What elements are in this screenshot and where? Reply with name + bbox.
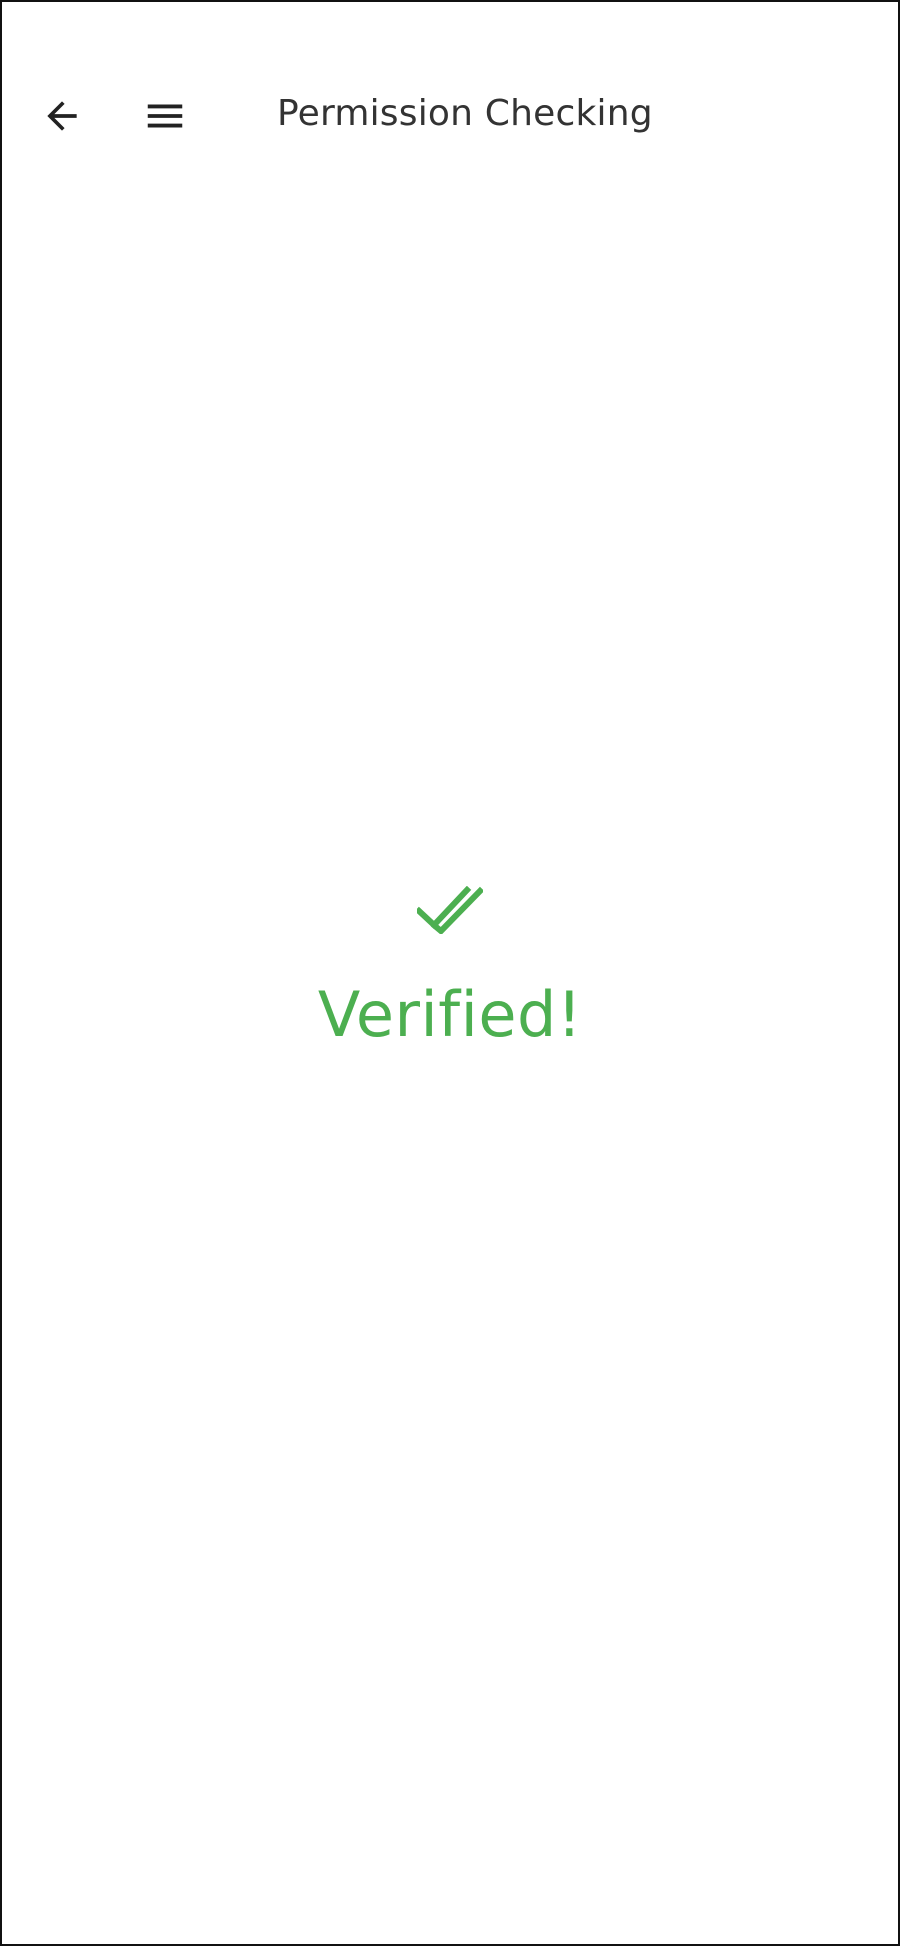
verification-content: Verified! [2,228,898,1944]
verified-status-text: Verified! [317,978,583,1051]
app-bar: Permission Checking [2,2,898,228]
double-check-icon [417,886,483,934]
verification-status: Verified! [2,886,898,1051]
hamburger-menu-icon [142,93,188,139]
permission-checking-screen: Permission Checking Verified! [0,0,900,1946]
menu-button[interactable] [135,86,195,146]
page-title: Permission Checking [277,93,653,134]
back-button[interactable] [32,86,92,146]
arrow-left-icon [40,94,84,138]
